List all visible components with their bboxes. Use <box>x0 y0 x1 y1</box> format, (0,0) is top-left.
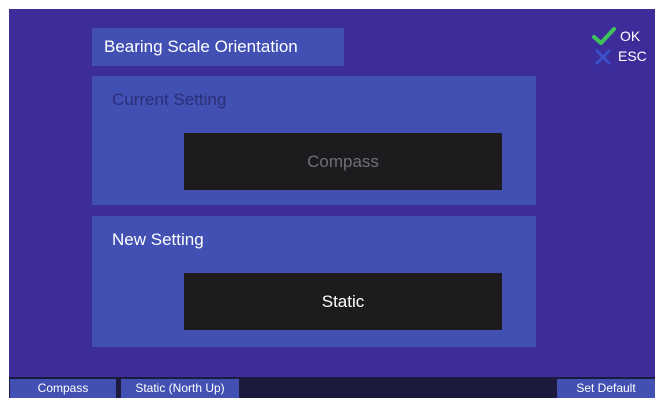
x-icon <box>595 49 611 65</box>
new-setting-label: New Setting <box>112 230 204 249</box>
ok-action[interactable]: OK <box>590 26 655 46</box>
ok-label: OK <box>620 28 641 44</box>
current-setting-label: Current Setting <box>112 90 227 109</box>
page-title: Bearing Scale Orientation <box>92 28 344 66</box>
new-setting-panel: New Setting Static <box>92 216 536 347</box>
esc-label: ESC <box>618 48 647 64</box>
esc-action[interactable]: ESC <box>590 46 655 66</box>
softkey-set-default[interactable]: Set Default <box>557 379 655 398</box>
softkey-bar: Compass Static (North Up) Set Default <box>9 377 655 398</box>
ok-esc-indicator: OK ESC <box>590 26 655 66</box>
current-setting-value: Compass <box>184 133 502 190</box>
check-icon <box>592 27 616 45</box>
new-setting-value[interactable]: Static <box>184 273 502 330</box>
softkey-compass[interactable]: Compass <box>10 379 116 398</box>
softkey-static-north-up[interactable]: Static (North Up) <box>121 379 239 398</box>
current-setting-panel: Current Setting Compass <box>92 76 536 205</box>
settings-screen: Bearing Scale Orientation OK ESC Current… <box>9 9 655 398</box>
